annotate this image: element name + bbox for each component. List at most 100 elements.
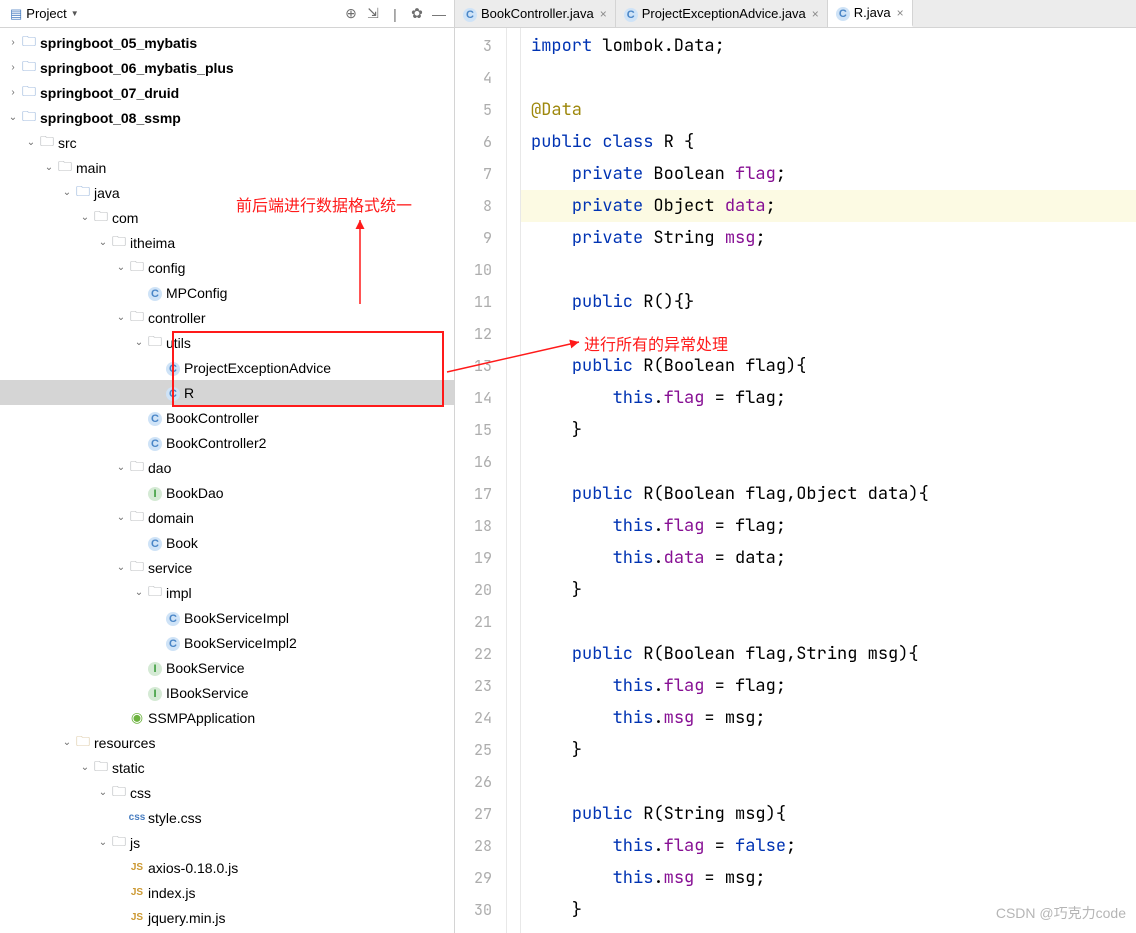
code-line[interactable]: } [521, 414, 1136, 446]
code-line[interactable]: } [521, 574, 1136, 606]
code-line[interactable]: import lombok.Data; [521, 30, 1136, 62]
tree-item[interactable]: ⌄🗀css [0, 780, 454, 805]
tree-item[interactable]: ⌄🗀impl [0, 580, 454, 605]
tree-item[interactable]: CProjectExceptionAdvice [0, 355, 454, 380]
code-line[interactable]: this.data = data; [521, 542, 1136, 574]
chevron-icon[interactable]: ⌄ [96, 837, 110, 848]
tree-item[interactable]: CBookController [0, 405, 454, 430]
close-icon[interactable]: × [897, 6, 904, 20]
chevron-icon[interactable]: ⌄ [132, 337, 146, 348]
tree-item[interactable]: CBookServiceImpl [0, 605, 454, 630]
code-line[interactable] [521, 62, 1136, 94]
chevron-icon[interactable]: › [6, 37, 20, 48]
chevron-icon[interactable]: ⌄ [132, 587, 146, 598]
tree-item[interactable]: JSjquery.min.js [0, 905, 454, 930]
editor-tab[interactable]: CProjectExceptionAdvice.java× [616, 0, 828, 27]
code-line[interactable]: this.msg = msg; [521, 862, 1136, 894]
chevron-icon[interactable]: ⌄ [60, 737, 74, 748]
code-line[interactable]: this.flag = flag; [521, 510, 1136, 542]
tree-item[interactable]: ⌄🗀com [0, 205, 454, 230]
close-icon[interactable]: × [812, 7, 819, 21]
chevron-icon[interactable]: ⌄ [96, 237, 110, 248]
chevron-icon[interactable]: ⌄ [60, 187, 74, 198]
code-line[interactable]: } [521, 734, 1136, 766]
tree-item[interactable]: CBookController2 [0, 430, 454, 455]
code-line[interactable]: this.flag = false; [521, 830, 1136, 862]
tree-item[interactable]: ⌄🗀js [0, 830, 454, 855]
chevron-icon[interactable]: ⌄ [96, 787, 110, 798]
tree-item[interactable]: ⌄🗀resources [0, 730, 454, 755]
tree-item[interactable]: ›🗀springboot_07_druid [0, 80, 454, 105]
chevron-icon[interactable]: ⌄ [6, 112, 20, 123]
expand-icon[interactable]: ⇲ [362, 5, 384, 22]
chevron-icon[interactable]: ⌄ [114, 262, 128, 273]
code-line[interactable]: private Boolean flag; [521, 158, 1136, 190]
tree-item[interactable]: CMPConfig [0, 280, 454, 305]
project-dropdown[interactable]: ▤ Project ▼ [4, 4, 85, 24]
hide-icon[interactable]: — [428, 6, 450, 22]
gear-icon[interactable]: ✿ [406, 5, 428, 22]
tree-item[interactable]: ⌄🗀dao [0, 455, 454, 480]
code-editor[interactable]: import lombok.Data; @Datapublic class R {… [521, 28, 1136, 933]
chevron-icon[interactable]: ⌄ [24, 137, 38, 148]
chevron-icon[interactable]: ⌄ [78, 212, 92, 223]
tree-item[interactable]: ⌄🗀domain [0, 505, 454, 530]
code-line[interactable]: this.flag = flag; [521, 382, 1136, 414]
code-line[interactable] [521, 606, 1136, 638]
code-line[interactable] [521, 446, 1136, 478]
tree-item[interactable]: ⌄🗀controller [0, 305, 454, 330]
code-line[interactable]: private String msg; [521, 222, 1136, 254]
code-line[interactable]: @Data [521, 94, 1136, 126]
line-number: 10 [455, 254, 506, 286]
chevron-icon[interactable]: ⌄ [42, 162, 56, 173]
close-icon[interactable]: × [600, 7, 607, 21]
tree-item[interactable]: ⌄🗀springboot_08_ssmp [0, 105, 454, 130]
tree-item[interactable]: JSindex.js [0, 880, 454, 905]
code-line[interactable]: public R(Boolean flag){ [521, 350, 1136, 382]
code-line[interactable]: public R(Boolean flag,String msg){ [521, 638, 1136, 670]
tree-item[interactable]: JSaxios-0.18.0.js [0, 855, 454, 880]
chevron-icon[interactable]: ⌄ [114, 312, 128, 323]
line-number: 14 [455, 382, 506, 414]
tree-item[interactable]: CBookServiceImpl2 [0, 630, 454, 655]
code-line[interactable]: private Object data; [521, 190, 1136, 222]
tree-item[interactable]: ⌄🗀java [0, 180, 454, 205]
code-line[interactable]: public R(String msg){ [521, 798, 1136, 830]
tree-item[interactable]: ›🗀springboot_05_mybatis [0, 30, 454, 55]
target-icon[interactable]: ⊕ [340, 5, 362, 22]
code-line[interactable] [521, 766, 1136, 798]
tree-item[interactable]: ⌄🗀service [0, 555, 454, 580]
chevron-icon[interactable]: › [6, 62, 20, 73]
code-line[interactable] [521, 254, 1136, 286]
tree-item[interactable]: ⌄🗀config [0, 255, 454, 280]
code-line[interactable]: this.msg = msg; [521, 702, 1136, 734]
editor-tab[interactable]: CR.java× [828, 0, 913, 27]
tree-item[interactable]: CR [0, 380, 454, 405]
code-line[interactable]: public R(){} [521, 286, 1136, 318]
chevron-icon[interactable]: › [6, 87, 20, 98]
tree-item[interactable]: ◉SSMPApplication [0, 705, 454, 730]
tree-item[interactable]: cssstyle.css [0, 805, 454, 830]
chevron-icon[interactable]: ⌄ [114, 462, 128, 473]
tree-item[interactable]: ⌄🗀static [0, 755, 454, 780]
chevron-icon[interactable]: ⌄ [114, 512, 128, 523]
tree-item[interactable]: ›🗀springboot_06_mybatis_plus [0, 55, 454, 80]
code-line[interactable]: this.flag = flag; [521, 670, 1136, 702]
code-line[interactable]: public class R { [521, 126, 1136, 158]
editor-tab[interactable]: CBookController.java× [455, 0, 616, 27]
tree-item-label: BookDao [166, 485, 224, 501]
tree-item[interactable]: IBookDao [0, 480, 454, 505]
project-tree[interactable]: ›🗀springboot_05_mybatis›🗀springboot_06_m… [0, 28, 454, 933]
tree-item[interactable]: CBook [0, 530, 454, 555]
code-line[interactable] [521, 318, 1136, 350]
chevron-icon[interactable]: ⌄ [114, 562, 128, 573]
tree-item[interactable]: ⌄🗀itheima [0, 230, 454, 255]
tree-item[interactable]: ⌄🗀utils [0, 330, 454, 355]
tree-item[interactable]: ⌄🗀main [0, 155, 454, 180]
tree-item[interactable]: ⌄🗀src [0, 130, 454, 155]
chevron-icon[interactable]: ⌄ [78, 762, 92, 773]
tree-item[interactable]: IIBookService [0, 680, 454, 705]
tree-item[interactable]: IBookService [0, 655, 454, 680]
class-icon: C [164, 359, 182, 376]
code-line[interactable]: public R(Boolean flag,Object data){ [521, 478, 1136, 510]
